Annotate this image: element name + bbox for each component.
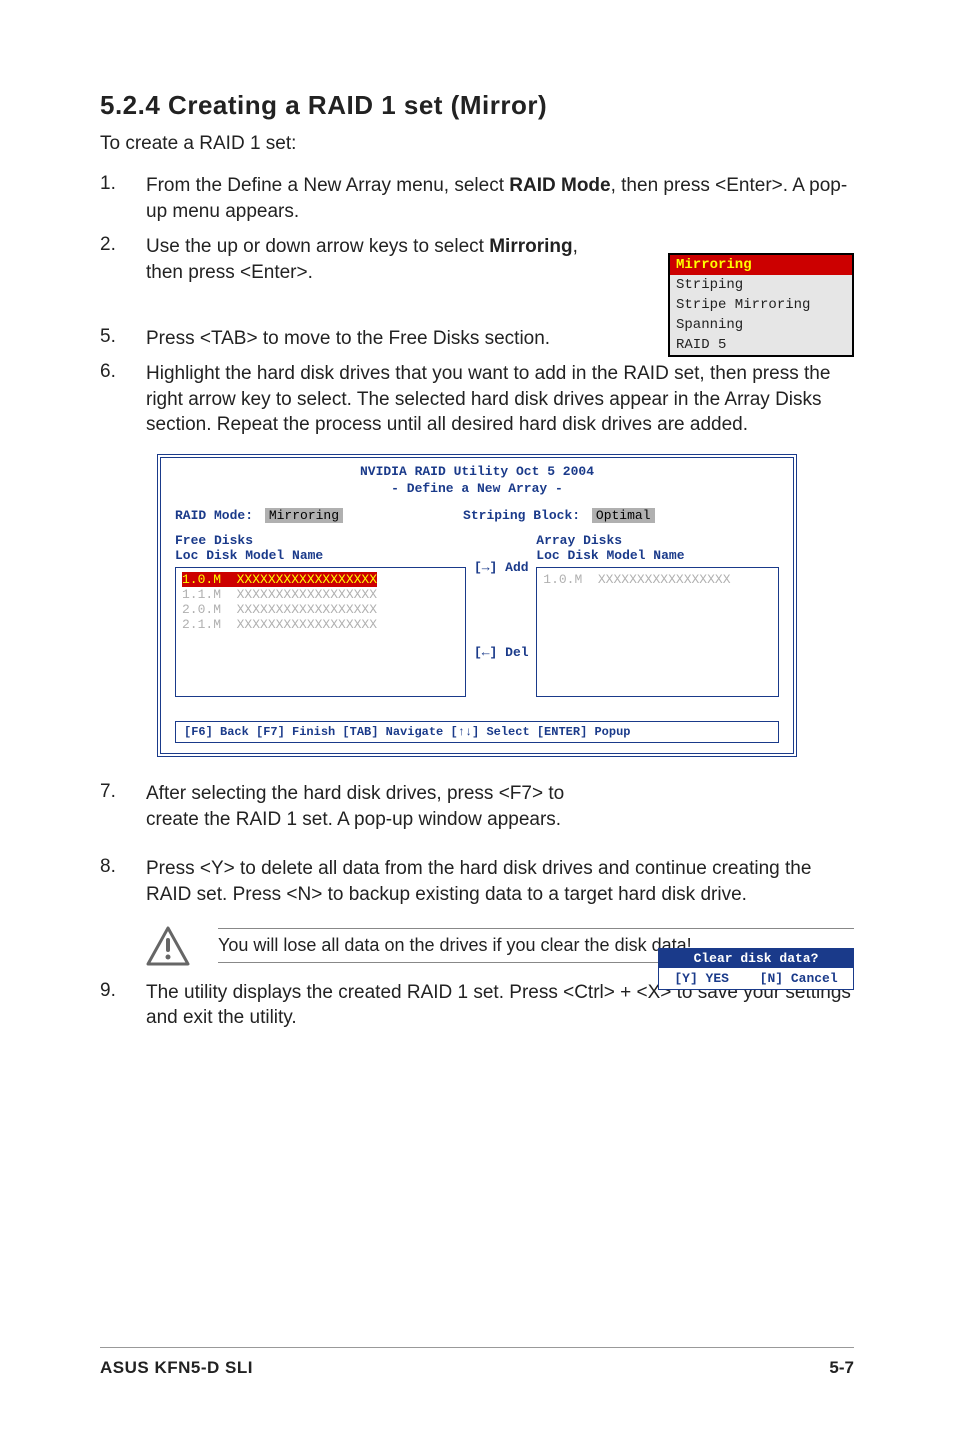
del-op[interactable]: [←] Del <box>474 645 529 660</box>
nvidia-footer-hints: [F6] Back [F7] Finish [TAB] Navigate [↑↓… <box>175 721 779 743</box>
page-footer: ASUS KFN5-D SLI 5-7 <box>100 1347 854 1378</box>
step-number: 8. <box>100 856 146 907</box>
step-1-bold: RAID Mode <box>509 175 610 196</box>
nvidia-subtitle: - Define a New Array - <box>161 481 793 502</box>
disk-row[interactable]: 2.0.M XXXXXXXXXXXXXXXXXX <box>182 602 459 617</box>
array-disks-label: Array Disks <box>536 533 779 548</box>
step-text: Press <Y> to delete all data from the ha… <box>146 856 854 907</box>
popup-item-raid5[interactable]: RAID 5 <box>670 335 852 355</box>
step-6: 6. Highlight the hard disk drives that y… <box>100 361 854 438</box>
clear-popup-no[interactable]: [N] Cancel <box>760 971 838 986</box>
step-number: 9. <box>100 980 146 1031</box>
free-disks-label: Free Disks <box>175 533 466 548</box>
add-del-ops: [→] Add [←] Del <box>466 533 536 697</box>
step-text: Highlight the hard disk drives that you … <box>146 361 854 438</box>
step-1: 1. From the Define a New Array menu, sel… <box>100 173 854 224</box>
step-number: 7. <box>100 781 146 832</box>
nvidia-title: NVIDIA RAID Utility Oct 5 2004 <box>161 458 793 481</box>
raid-mode-popup: Mirroring Striping Stripe Mirroring Span… <box>668 253 854 357</box>
popup-item-spanning[interactable]: Spanning <box>670 315 852 335</box>
clear-popup-yes[interactable]: [Y] YES <box>674 971 729 986</box>
step-number: 2. <box>100 234 146 285</box>
disk-row-selected[interactable]: 1.0.M XXXXXXXXXXXXXXXXXX <box>182 572 377 587</box>
step-8: 8. Press <Y> to delete all data from the… <box>100 856 854 907</box>
intro-text: To create a RAID 1 set: <box>100 133 854 155</box>
clear-disk-popup: Clear disk data? [Y] YES [N] Cancel <box>658 948 854 990</box>
step-2-pre: Use the up or down arrow keys to select <box>146 236 489 257</box>
step-number: 6. <box>100 361 146 438</box>
nvidia-raid-dialog: NVIDIA RAID Utility Oct 5 2004 - Define … <box>157 454 797 757</box>
step-text: After selecting the hard disk drives, pr… <box>146 781 566 832</box>
step-number: 1. <box>100 173 146 224</box>
step-2-bold: Mirroring <box>489 236 572 257</box>
popup-item-mirroring[interactable]: Mirroring <box>670 255 852 275</box>
striping-block-value[interactable]: Optimal <box>592 508 655 523</box>
free-disks-list[interactable]: 1.0.M XXXXXXXXXXXXXXXXXX 1.1.M XXXXXXXXX… <box>175 567 466 697</box>
step-text: From the Define a New Array menu, select… <box>146 173 854 224</box>
array-disks-list[interactable]: 1.0.M XXXXXXXXXXXXXXXXX <box>536 567 779 697</box>
disk-row[interactable]: 1.1.M XXXXXXXXXXXXXXXXXX <box>182 587 459 602</box>
array-disks-header: Loc Disk Model Name <box>536 548 779 563</box>
footer-right: 5-7 <box>829 1358 854 1378</box>
popup-item-stripe-mirroring[interactable]: Stripe Mirroring <box>670 295 852 315</box>
footer-left: ASUS KFN5-D SLI <box>100 1358 253 1378</box>
disk-row[interactable]: 2.1.M XXXXXXXXXXXXXXXXXX <box>182 617 459 632</box>
section-title: 5.2.4 Creating a RAID 1 set (Mirror) <box>100 90 854 121</box>
warning-icon <box>146 926 190 966</box>
step-number: 5. <box>100 326 146 352</box>
disk-row[interactable]: 1.0.M XXXXXXXXXXXXXXXXX <box>543 572 772 587</box>
step-7: 7. After selecting the hard disk drives,… <box>100 781 854 832</box>
step-text: Use the up or down arrow keys to select … <box>146 234 586 285</box>
raid-mode-value[interactable]: Mirroring <box>265 508 343 523</box>
raid-mode-label: RAID Mode: <box>175 508 253 523</box>
popup-item-striping[interactable]: Striping <box>670 275 852 295</box>
step-text: Press <TAB> to move to the Free Disks se… <box>146 326 550 352</box>
striping-block-label: Striping Block: <box>463 508 580 523</box>
clear-popup-title: Clear disk data? <box>659 949 853 968</box>
free-disks-header: Loc Disk Model Name <box>175 548 466 563</box>
add-op[interactable]: [→] Add <box>474 560 529 575</box>
step-1-pre: From the Define a New Array menu, select <box>146 175 509 196</box>
